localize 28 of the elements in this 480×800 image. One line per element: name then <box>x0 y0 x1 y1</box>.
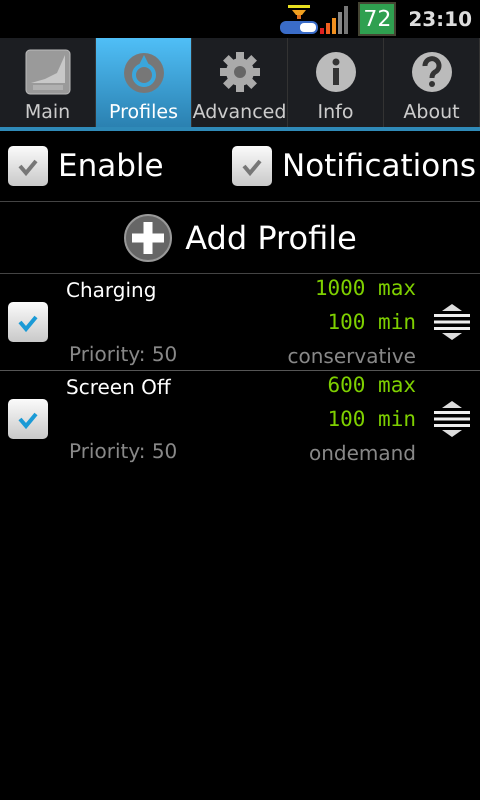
add-profile-button[interactable]: Add Profile <box>0 202 480 274</box>
checkbox[interactable] <box>8 146 48 186</box>
drag-handle-icon[interactable] <box>434 401 470 437</box>
min-frequency: 100 min <box>327 407 416 431</box>
tab[interactable]: Profiles <box>96 38 192 127</box>
priority-text: Priority: 50 <box>69 342 178 366</box>
max-frequency: 600 max <box>327 373 416 397</box>
max-frequency: 1000 max <box>314 276 416 300</box>
tab[interactable]: Advanced <box>192 38 288 127</box>
checkbox[interactable] <box>8 399 48 439</box>
min-frequency: 100 min <box>327 310 416 334</box>
tab[interactable]: Info <box>288 38 384 127</box>
battery-level: 72 <box>363 6 392 32</box>
tab[interactable]: Main <box>0 38 96 127</box>
drag-handle-icon[interactable] <box>434 304 470 340</box>
chart-icon <box>24 49 70 95</box>
priority-text: Priority: 50 <box>69 439 178 463</box>
governor-text: ondemand <box>308 441 416 465</box>
checkbox[interactable] <box>232 146 272 186</box>
governor-text: conservative <box>288 344 416 368</box>
plus-icon <box>123 212 174 262</box>
profile-name: Charging <box>66 278 158 302</box>
profile-name: Screen Off <box>66 375 172 399</box>
checkbox[interactable] <box>8 302 48 342</box>
clock: 23:10 <box>408 7 472 31</box>
tab[interactable]: About <box>384 38 480 127</box>
checkbox-label: Notifications <box>282 148 476 184</box>
checkbox-label: Enable <box>58 148 164 184</box>
